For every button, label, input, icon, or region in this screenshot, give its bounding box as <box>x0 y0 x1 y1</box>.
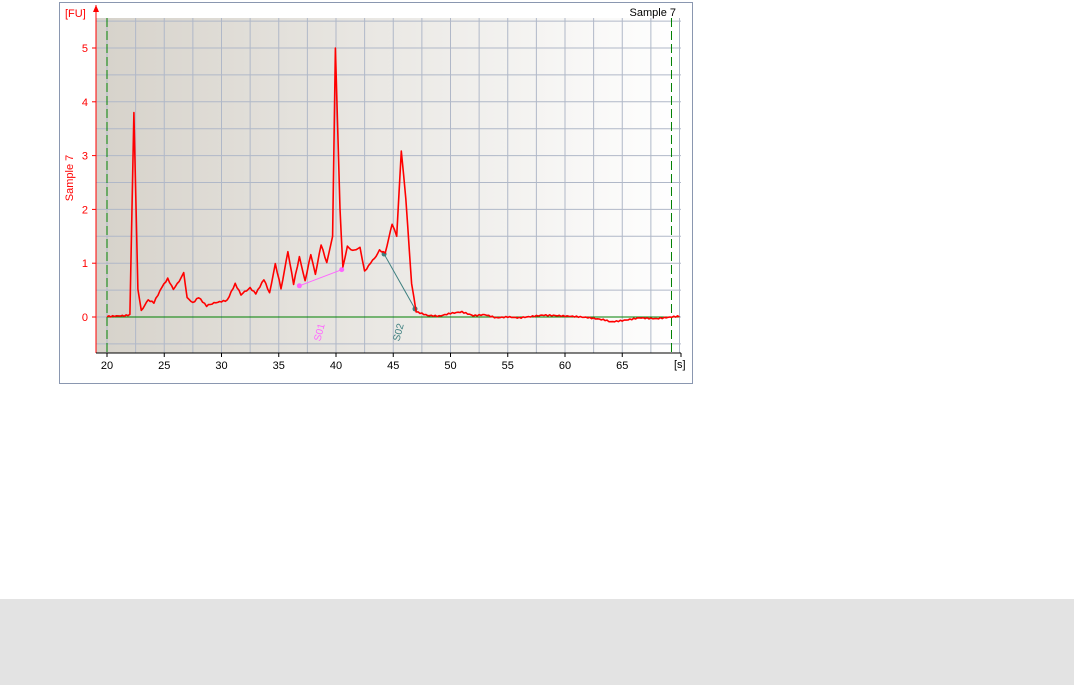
x-tick-label: 30 <box>215 360 227 372</box>
x-tick-label: 65 <box>616 360 628 372</box>
x-tick-label: 55 <box>502 360 514 372</box>
electropherogram-panel: S01 S02 0 1 2 3 4 5 20 25 30 35 40 45 50 55 60 65 Sample… <box>59 2 693 384</box>
y-axis-arrow <box>93 5 99 12</box>
x-tick-label: 35 <box>273 360 285 372</box>
electropherogram-chart: S01 S02 01234520 25 30 35 40 45 50 55 60 65 Sample… <box>64 5 686 372</box>
x-unit-label: [s] <box>674 359 686 371</box>
y-unit-label: [FU] <box>65 8 86 20</box>
x-tick-label: 50 <box>444 360 456 372</box>
footer-band <box>0 599 1074 685</box>
marker-point <box>296 283 302 289</box>
y-tick-label: 5 <box>82 43 88 55</box>
y-tick-label: 2 <box>82 204 88 216</box>
x-tick-label: 45 <box>387 360 399 372</box>
x-tick-label: 60 <box>559 360 571 372</box>
marker-point <box>339 267 345 273</box>
y-tick-label: 3 <box>82 151 88 163</box>
y-tick-label: 0 <box>82 312 88 324</box>
x-tick-label: 25 <box>158 360 170 372</box>
y-tick-label: 1 <box>82 258 88 270</box>
x-tick-label: 20 <box>101 360 113 372</box>
x-tick-label: 40 <box>330 360 342 372</box>
y-tick-label: 4 <box>82 97 88 109</box>
y-axis-title: Sample 7 <box>64 155 76 201</box>
sample-title: Sample 7 <box>630 7 676 19</box>
